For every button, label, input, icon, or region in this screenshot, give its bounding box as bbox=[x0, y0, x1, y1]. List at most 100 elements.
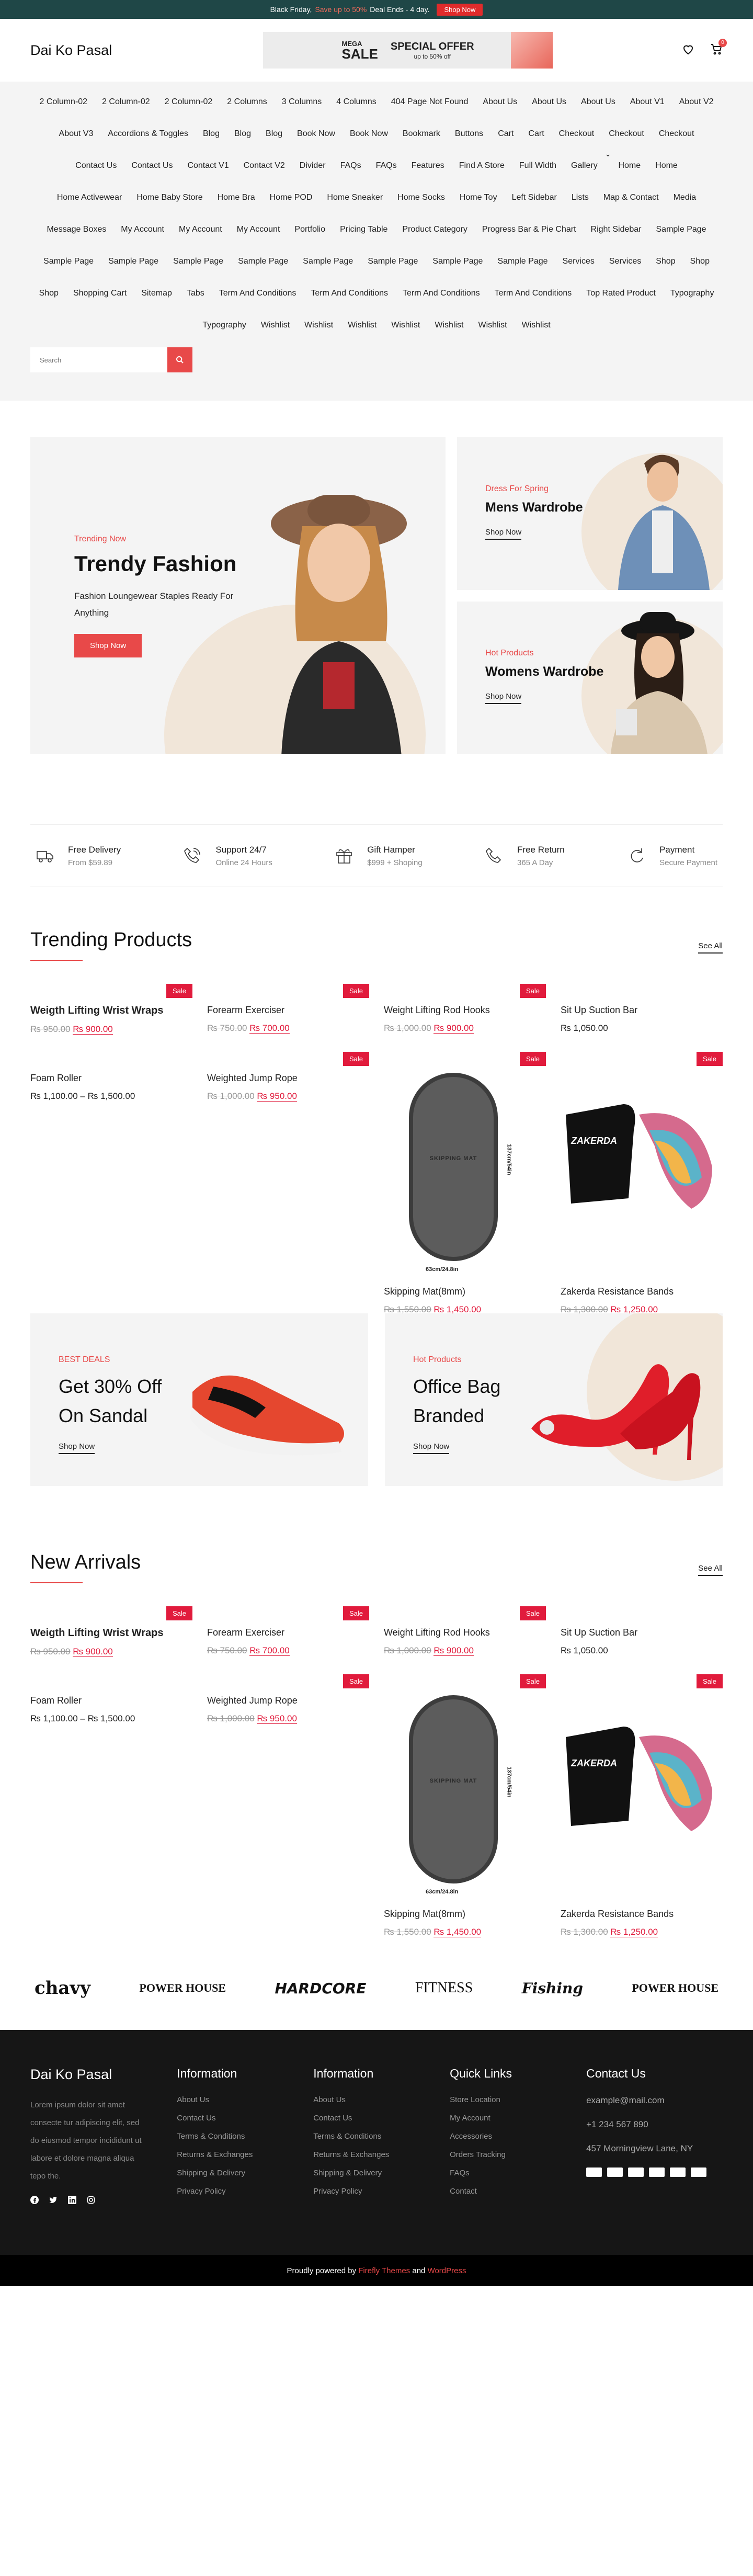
nav-item[interactable]: Bookmark bbox=[395, 118, 448, 150]
nav-item[interactable]: Wishlist bbox=[297, 309, 340, 341]
nav-item[interactable]: Sample Page bbox=[166, 245, 231, 277]
nav-item[interactable]: Top Rated Product bbox=[579, 277, 663, 309]
nav-item[interactable]: Checkout bbox=[652, 118, 702, 150]
product-card[interactable]: Sale ZAKERDA Zakerda Resistance Bands ₨ 1,3… bbox=[561, 1674, 723, 1937]
nav-item[interactable]: Shop bbox=[32, 277, 66, 309]
linkedin-icon[interactable] bbox=[68, 2196, 76, 2204]
hero-shop-now-button[interactable]: Shop Now bbox=[74, 634, 142, 657]
product-card[interactable]: Sale Weight Lifting Rod Hooks ₨ 1,000.00 ₨… bbox=[384, 1606, 546, 1656]
nav-item[interactable]: Services bbox=[602, 245, 648, 277]
nav-item[interactable]: Term And Conditions bbox=[212, 277, 304, 309]
nav-item[interactable]: Buttons bbox=[448, 118, 490, 150]
wishlist-icon[interactable] bbox=[682, 43, 694, 58]
footer-link[interactable]: About Us bbox=[177, 2095, 313, 2104]
announcement-shop-button[interactable]: Shop Now bbox=[437, 3, 483, 16]
footer-link[interactable]: About Us bbox=[313, 2095, 450, 2104]
nav-item[interactable]: Wishlist bbox=[471, 309, 514, 341]
footer-logo[interactable]: Dai Ko Pasal bbox=[30, 2067, 177, 2083]
product-card[interactable]: Foam Roller ₨ 1,100.00 – ₨ 1,500.00 bbox=[30, 1674, 192, 1724]
nav-item[interactable]: Wishlist bbox=[384, 309, 427, 341]
nav-item[interactable]: Progress Bar & Pie Chart bbox=[475, 213, 584, 245]
product-name[interactable]: Sit Up Suction Bar bbox=[561, 984, 723, 1016]
product-name[interactable]: Zakerda Resistance Bands bbox=[561, 1904, 723, 1920]
nav-item[interactable]: Divider bbox=[292, 150, 333, 181]
nav-item[interactable]: Right Sidebar bbox=[584, 213, 649, 245]
nav-item[interactable]: Sample Page bbox=[490, 245, 555, 277]
nav-item[interactable]: Home Toy bbox=[452, 181, 505, 213]
product-card[interactable]: Sale Weigth Lifting Wrist Wraps ₨ 950.00 ₨… bbox=[30, 984, 192, 1035]
nav-item[interactable]: Wishlist bbox=[340, 309, 384, 341]
footer-link[interactable]: Contact Us bbox=[177, 2114, 313, 2123]
nav-item[interactable]: 3 Columns bbox=[275, 86, 329, 118]
footer-phone[interactable]: +1 234 567 890 bbox=[586, 2119, 723, 2130]
nav-item[interactable]: Checkout bbox=[552, 118, 602, 150]
nav-item[interactable]: FAQs bbox=[333, 150, 369, 181]
nav-item[interactable]: About V2 bbox=[672, 86, 721, 118]
wordpress-link[interactable]: WordPress bbox=[428, 2266, 466, 2275]
footer-link[interactable]: Store Location bbox=[450, 2095, 586, 2104]
footer-link[interactable]: Privacy Policy bbox=[177, 2187, 313, 2196]
nav-item[interactable]: Contact V1 bbox=[180, 150, 236, 181]
nav-item[interactable]: My Account bbox=[172, 213, 230, 245]
nav-item[interactable]: Sample Page bbox=[425, 245, 490, 277]
product-card[interactable]: Sale Forearm Exerciser ₨ 750.00 ₨ 700.00 bbox=[207, 984, 369, 1034]
nav-item[interactable]: Full Width bbox=[512, 150, 564, 181]
nav-item[interactable]: Sample Page bbox=[360, 245, 425, 277]
footer-link[interactable]: FAQs bbox=[450, 2169, 586, 2177]
nav-item[interactable]: Term And Conditions bbox=[395, 277, 487, 309]
arrivals-see-all-link[interactable]: See All bbox=[698, 1564, 723, 1576]
nav-item[interactable]: Sample Page bbox=[231, 245, 295, 277]
footer-link[interactable]: Shipping & Delivery bbox=[313, 2169, 450, 2177]
product-name[interactable]: Zakerda Resistance Bands bbox=[561, 1282, 723, 1297]
product-card[interactable]: Sale Weighted Jump Rope ₨ 1,000.00 ₨ 950.0… bbox=[207, 1674, 369, 1724]
nav-item[interactable]: Tabs bbox=[179, 277, 212, 309]
nav-item[interactable]: Term And Conditions bbox=[303, 277, 395, 309]
nav-item[interactable]: Blog bbox=[258, 118, 290, 150]
search-button[interactable] bbox=[167, 347, 192, 372]
nav-item[interactable]: Home Activewear bbox=[50, 181, 130, 213]
nav-item[interactable]: Wishlist bbox=[427, 309, 471, 341]
nav-item[interactable]: My Account bbox=[113, 213, 172, 245]
nav-item[interactable]: 2 Column-02 bbox=[95, 86, 157, 118]
nav-item[interactable]: Contact Us bbox=[124, 150, 180, 181]
nav-item[interactable]: Home Socks bbox=[390, 181, 452, 213]
cart-icon[interactable]: 0 bbox=[710, 38, 727, 58]
promo1-shop-now-link[interactable]: Shop Now bbox=[59, 1442, 95, 1454]
nav-item[interactable]: Shopping Cart bbox=[66, 277, 134, 309]
product-name[interactable]: Skipping Mat(8mm) bbox=[384, 1904, 546, 1920]
footer-link[interactable]: Contact bbox=[450, 2187, 586, 2196]
product-card[interactable]: Sale ZAKERDA Zakerda Resistance Bands ₨ 1,3… bbox=[561, 1052, 723, 1315]
nav-item[interactable]: Map & Contact bbox=[596, 181, 666, 213]
nav-item[interactable]: Media bbox=[666, 181, 704, 213]
footer-link[interactable]: Shipping & Delivery bbox=[177, 2169, 313, 2177]
nav-item[interactable]: Pricing Table bbox=[333, 213, 395, 245]
instagram-icon[interactable] bbox=[87, 2196, 95, 2204]
nav-item[interactable]: Message Boxes bbox=[39, 213, 113, 245]
nav-item[interactable]: About Us bbox=[574, 86, 623, 118]
side2-shop-now-link[interactable]: Shop Now bbox=[485, 692, 522, 704]
nav-item[interactable]: 2 Columns bbox=[220, 86, 274, 118]
product-name[interactable]: Foam Roller bbox=[30, 1674, 192, 1706]
nav-item[interactable]: Services bbox=[555, 245, 602, 277]
nav-item[interactable]: Book Now bbox=[343, 118, 395, 150]
nav-item[interactable]: Gallery bbox=[564, 150, 605, 181]
nav-item[interactable]: Home Baby Store bbox=[129, 181, 210, 213]
nav-item[interactable]: Shop bbox=[648, 245, 682, 277]
nav-item[interactable]: FAQs bbox=[369, 150, 404, 181]
product-card[interactable]: Sale SKIPPING MAT 63cm/24.8in 137cm/54in Ski… bbox=[384, 1674, 546, 1937]
nav-item[interactable]: Contact V2 bbox=[236, 150, 292, 181]
product-card[interactable]: Sale Weight Lifting Rod Hooks ₨ 1,000.00 ₨… bbox=[384, 984, 546, 1034]
nav-item[interactable]: About V3 bbox=[52, 118, 101, 150]
nav-item[interactable]: Wishlist bbox=[515, 309, 558, 341]
nav-item[interactable]: Home Sneaker bbox=[320, 181, 390, 213]
footer-link[interactable]: Privacy Policy bbox=[313, 2187, 450, 2196]
trending-see-all-link[interactable]: See All bbox=[698, 941, 723, 954]
nav-item[interactable]: Term And Conditions bbox=[487, 277, 579, 309]
nav-item[interactable]: Book Now bbox=[290, 118, 343, 150]
nav-item[interactable]: Shop bbox=[683, 245, 717, 277]
side1-shop-now-link[interactable]: Shop Now bbox=[485, 528, 522, 540]
nav-item[interactable]: About V1 bbox=[623, 86, 672, 118]
footer-link[interactable]: Accessories bbox=[450, 2132, 586, 2141]
nav-item[interactable]: Find A Store bbox=[452, 150, 512, 181]
nav-item[interactable]: Portfolio bbox=[287, 213, 333, 245]
